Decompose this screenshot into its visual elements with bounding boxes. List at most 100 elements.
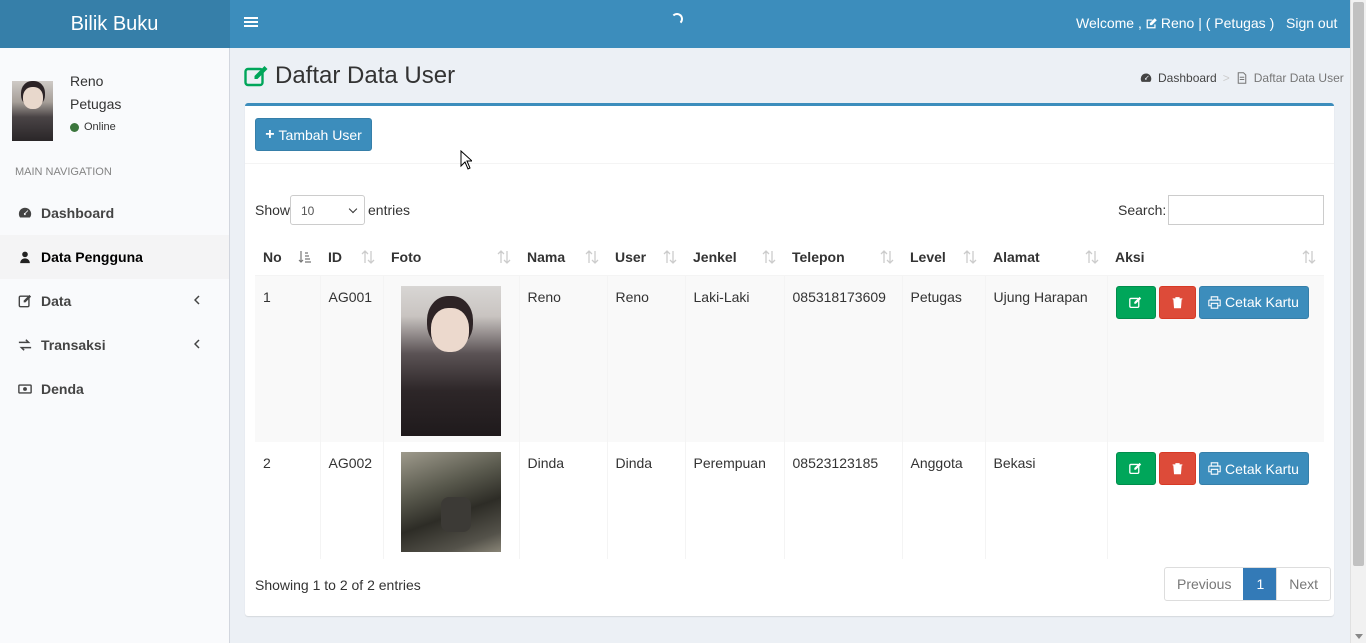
chevron-down-icon [348, 204, 358, 214]
chevron-left-icon [194, 339, 200, 349]
cell-user: Dinda [606, 442, 685, 559]
scroll-down-arrow-icon[interactable] [1355, 634, 1363, 639]
mouse-cursor-icon [460, 150, 472, 170]
cell-nama: Reno [518, 275, 607, 442]
welcome-label: Welcome , [1076, 15, 1142, 31]
sidebar: Reno Petugas Online MAIN NAVIGATION Dash… [0, 48, 230, 643]
column-header-label: Aksi [1115, 248, 1145, 265]
file-icon [1237, 72, 1247, 84]
sidebar-item-dashboard[interactable]: Dashboard [0, 191, 229, 235]
sidebar-item-transaksi[interactable]: Transaksi [0, 323, 229, 367]
breadcrumb-separator: > [1222, 71, 1230, 85]
signout-link[interactable]: Sign out [1286, 15, 1337, 31]
user-status: Online [70, 121, 116, 133]
user-photo [400, 285, 501, 436]
page-scrollbar[interactable] [1350, 0, 1366, 643]
entries-select[interactable]: 10 [290, 195, 365, 225]
sidebar-item-label: Data Pengguna [41, 249, 143, 265]
trash-icon [1172, 296, 1182, 308]
print-card-button[interactable]: Cetak Kartu [1198, 452, 1309, 485]
users-table: No ID Foto Nama User Jenkel Telepon Leve… [255, 239, 1324, 559]
print-card-label: Cetak Kartu [1225, 460, 1299, 477]
sort-icon [1085, 250, 1099, 264]
sidebar-item-label: Data [41, 293, 72, 309]
sidebar-item-denda[interactable]: Denda [0, 367, 229, 411]
user-icon [20, 251, 30, 264]
sidebar-toggle-icon[interactable] [244, 15, 258, 29]
search-label: Search: [1118, 202, 1167, 218]
row-actions: Cetak Kartu [1115, 452, 1317, 485]
row-actions: Cetak Kartu [1115, 285, 1317, 319]
app-logo[interactable]: Bilik Buku [0, 0, 230, 48]
table-row: 1 AG001 Reno Reno Laki-Laki 085318173609… [255, 275, 1324, 442]
edit-button[interactable] [1115, 452, 1156, 485]
cell-telepon: 08523123185 [783, 442, 902, 559]
sidebar-item-data[interactable]: Data [0, 279, 229, 323]
pagination: Previous 1 Next [1164, 567, 1332, 601]
sidebar-item-label: Dashboard [41, 205, 115, 221]
search-input[interactable] [1168, 195, 1324, 225]
column-header-jenkel[interactable]: Jenkel [685, 239, 784, 276]
column-header-foto[interactable]: Foto [383, 239, 519, 276]
cell-id: AG001 [319, 275, 383, 442]
sort-asc-icon [298, 251, 311, 263]
cell-nama: Dinda [518, 442, 607, 559]
cell-jenkel: Laki-Laki [684, 275, 784, 442]
delete-button[interactable] [1158, 285, 1196, 319]
welcome-user: Welcome , Reno | ( Petugas ) [1076, 15, 1274, 31]
welcome-username: Reno | ( Petugas ) [1160, 15, 1275, 31]
cell-user: Reno [606, 275, 685, 442]
sidebar-item-label: Denda [41, 381, 84, 397]
edit-button[interactable] [1115, 285, 1156, 319]
column-header-id[interactable]: ID [320, 239, 383, 276]
table-info: Showing 1 to 2 of 2 entries [255, 577, 421, 593]
sidebar-item-label: Transaksi [41, 337, 106, 353]
print-icon [1208, 462, 1221, 475]
user-status-label: Online [84, 121, 116, 133]
sidebar-item-data-pengguna[interactable]: Data Pengguna [0, 235, 229, 279]
box-header: + Tambah User [245, 106, 1334, 164]
breadcrumb: Dashboard > Daftar Data User [1140, 71, 1344, 85]
user-name: Reno [70, 73, 104, 89]
cell-foto [382, 275, 519, 442]
sort-icon [963, 250, 977, 264]
cell-no: 1 [255, 275, 320, 442]
print-card-button[interactable]: Cetak Kartu [1198, 285, 1309, 319]
app-title: Bilik Buku [70, 12, 159, 35]
user-role: Petugas [70, 96, 122, 112]
column-header-telepon[interactable]: Telepon [784, 239, 902, 276]
column-header-level[interactable]: Level [902, 239, 985, 276]
column-header-label: No [263, 248, 282, 265]
column-header-label: ID [328, 248, 342, 265]
column-header-label: Alamat [993, 248, 1040, 265]
dashboard-icon [18, 207, 32, 218]
sort-icon [1302, 250, 1316, 264]
column-header-nama[interactable]: Nama [519, 239, 607, 276]
delete-button[interactable] [1158, 452, 1196, 485]
pagination-previous[interactable]: Previous [1165, 568, 1243, 600]
cell-level: Petugas [901, 275, 985, 442]
pagination-next[interactable]: Next [1276, 568, 1330, 600]
column-header-user[interactable]: User [607, 239, 685, 276]
column-header-label: User [615, 248, 647, 265]
cell-no: 2 [263, 455, 271, 471]
cell-aksi: Cetak Kartu [1106, 275, 1324, 442]
add-user-button[interactable]: + Tambah User [255, 118, 372, 151]
entries-select-value: 10 [301, 204, 315, 218]
page-title: Daftar Data User [244, 62, 455, 90]
column-header-aksi[interactable]: Aksi [1107, 239, 1324, 276]
column-header-no[interactable]: No [255, 239, 320, 276]
plus-icon: + [265, 125, 275, 143]
cell-id: AG002 [319, 442, 383, 559]
edit-icon [1129, 462, 1142, 475]
breadcrumb-home-link[interactable]: Dashboard [1158, 71, 1217, 85]
scrollbar-thumb[interactable] [1353, 2, 1364, 566]
table-header-row: No ID Foto Nama User Jenkel Telepon Leve… [255, 239, 1324, 276]
pagination-page[interactable]: 1 [1243, 568, 1277, 600]
edit-icon [18, 294, 32, 308]
column-header-alamat[interactable]: Alamat [985, 239, 1107, 276]
edit-icon [1146, 17, 1157, 28]
column-header-label: Jenkel [693, 248, 737, 265]
cell-telepon: 085318173609 [783, 275, 902, 442]
column-header-label: Foto [391, 248, 422, 265]
